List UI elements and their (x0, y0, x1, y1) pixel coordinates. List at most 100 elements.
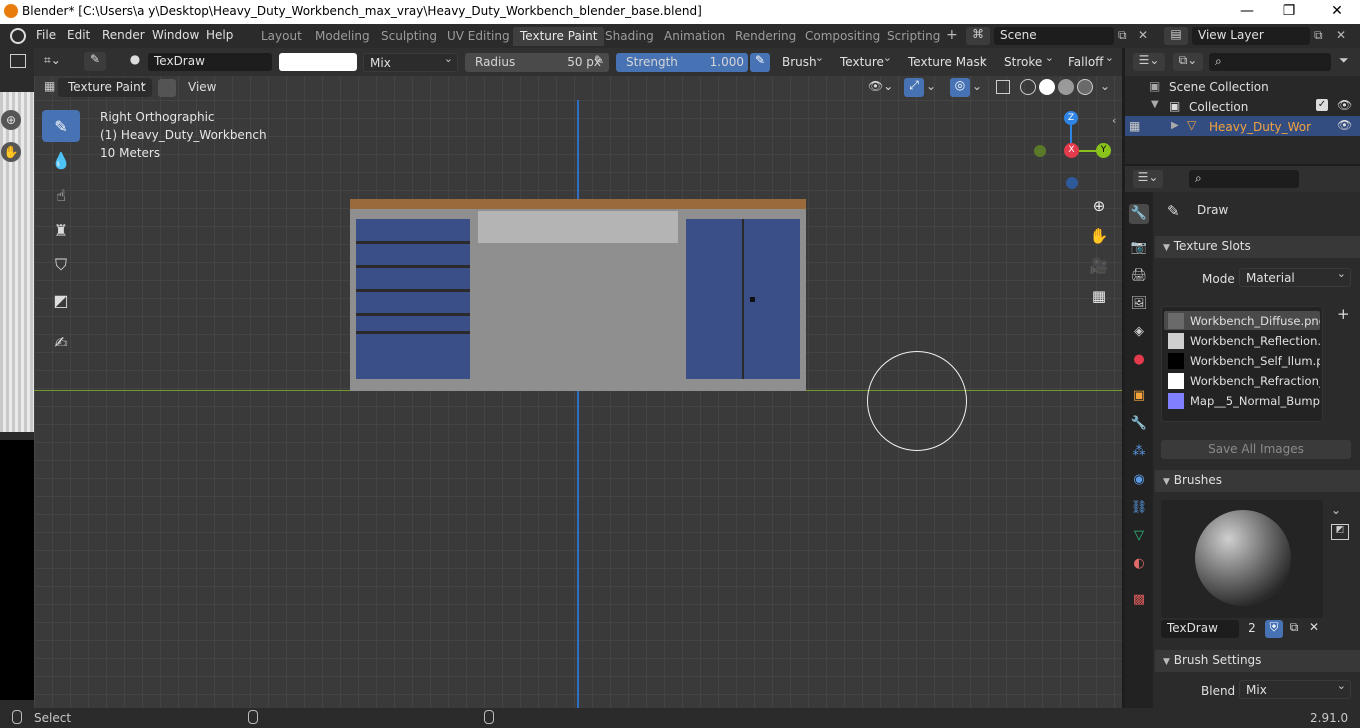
camera-view-icon[interactable]: 🎥 (1087, 254, 1111, 278)
tab-shading[interactable]: Shading (598, 27, 661, 46)
brush-icon[interactable]: ✎ (84, 52, 106, 71)
data-tab-icon[interactable]: ▽ (1129, 526, 1149, 546)
perspective-toggle-icon[interactable]: ▦ (1087, 284, 1111, 308)
save-all-images-button[interactable]: Save All Images (1161, 440, 1351, 459)
texture-slots-panel-header[interactable]: ▼ Texture Slots (1155, 236, 1360, 258)
brush-name-field[interactable]: TexDraw (148, 53, 272, 71)
rendered-shading-icon[interactable] (1077, 79, 1093, 95)
world-tab-icon[interactable]: ● (1129, 350, 1149, 370)
radius-pressure-icon[interactable]: ✎ (589, 53, 609, 72)
scene-browse-icon[interactable]: ⌘ (966, 27, 990, 45)
pan-icon[interactable]: ✋ (1, 142, 21, 162)
strength-slider[interactable]: Strength 1.000 (616, 53, 748, 72)
radius-slider[interactable]: Radius 50 px (465, 53, 609, 72)
paint-mask-toggle[interactable] (158, 79, 176, 97)
brush-preview-dropdown-icon[interactable]: ⌄ (1331, 503, 1341, 517)
tab-modeling[interactable]: Modeling (308, 27, 377, 46)
blender-menu-icon[interactable] (10, 28, 26, 44)
texture-slot-3[interactable]: Workbench_Refraction_... (1164, 371, 1320, 390)
menu-render[interactable]: Render (102, 28, 145, 42)
view-menu[interactable]: View (188, 80, 216, 94)
mask-tool-button[interactable]: ◩ (42, 284, 80, 316)
gizmo-toggle-icon[interactable]: ⤢ (904, 78, 924, 97)
texture-slot-1[interactable]: Workbench_Reflection.... (1164, 331, 1320, 350)
view-layer-field[interactable]: View Layer (1192, 27, 1310, 45)
editor-type-icon[interactable] (10, 54, 26, 68)
menu-edit[interactable]: Edit (67, 28, 90, 42)
object-label[interactable]: Heavy_Duty_Workbe (1209, 120, 1311, 134)
add-texture-slot-icon[interactable]: + (1337, 305, 1350, 323)
particles-tab-icon[interactable]: ⁂ (1129, 442, 1149, 462)
texture-menu[interactable]: Texture (834, 51, 896, 72)
scene-tab-icon[interactable]: ◈ (1129, 322, 1149, 342)
material-shading-icon[interactable] (1058, 79, 1074, 95)
gizmo-neg-z[interactable] (1066, 177, 1078, 189)
scene-collection-label[interactable]: Scene Collection (1169, 80, 1269, 94)
brush-image-icon[interactable]: ◩ (1331, 524, 1349, 540)
collection-expand-icon[interactable]: ▼ (1151, 99, 1159, 110)
constraints-tab-icon[interactable]: ⛓ (1129, 498, 1149, 518)
object-visibility-icon[interactable]: 👁 (1337, 118, 1352, 132)
stroke-menu[interactable]: Stroke (998, 51, 1058, 72)
texture-mask-menu[interactable]: Texture Mask (902, 51, 992, 72)
tab-animation[interactable]: Animation (657, 27, 732, 46)
draw-tool-button[interactable]: ✎ (42, 110, 80, 142)
tab-uv-editing[interactable]: UV Editing (440, 27, 517, 46)
physics-tab-icon[interactable]: ◉ (1129, 470, 1149, 490)
blend-select[interactable]: Mix (1239, 679, 1351, 699)
zoom-icon[interactable]: ⊕ (1, 110, 21, 130)
scene-name-field[interactable]: Scene (994, 27, 1114, 45)
gizmo-x-axis[interactable]: X (1064, 143, 1079, 158)
texture-slot-4[interactable]: Map__5_Normal_Bump.... (1164, 391, 1320, 410)
delete-scene-icon[interactable]: ✕ (1138, 28, 1148, 42)
brush-browse-icon[interactable]: ● (124, 52, 146, 71)
brush-menu[interactable]: Brush (776, 51, 828, 72)
maximize-button[interactable]: ❐ (1274, 2, 1304, 22)
object-expand-icon[interactable]: ▶ (1171, 120, 1179, 131)
minimize-button[interactable]: — (1232, 2, 1262, 22)
solid-shading-icon[interactable] (1039, 79, 1055, 95)
clone-tool-button[interactable]: ♜ (42, 214, 80, 246)
visibility-icon[interactable]: 👁⌄ (868, 79, 893, 93)
collection-label[interactable]: Collection (1189, 100, 1248, 114)
zoom-view-icon[interactable]: ⊕ (1087, 194, 1111, 218)
tab-scripting[interactable]: Scripting (880, 27, 947, 46)
delete-view-layer-icon[interactable]: ✕ (1336, 28, 1346, 42)
filter-icon[interactable]: ⏷ (1339, 53, 1349, 68)
falloff-menu[interactable]: Falloff (1062, 51, 1118, 72)
brush-name-field[interactable]: TexDraw (1161, 620, 1239, 638)
gizmo-neg-y[interactable] (1034, 145, 1046, 157)
new-view-layer-icon[interactable]: ⧉ (1314, 28, 1323, 43)
display-mode-icon[interactable]: ⧉⌄ (1173, 53, 1203, 71)
soften-tool-button[interactable]: 💧 (42, 144, 80, 176)
tab-texture-paint[interactable]: Texture Paint (513, 27, 605, 46)
texture-slot-0[interactable]: Workbench_Diffuse.png (1164, 311, 1320, 330)
tool-tab-icon[interactable]: 🔧 (1129, 204, 1149, 224)
fake-user-icon[interactable]: ⛨ (1265, 620, 1283, 638)
mode-select[interactable]: Texture Paint (58, 76, 152, 97)
properties-search-input[interactable]: ⌕ (1189, 170, 1299, 188)
wireframe-shading-icon[interactable] (1020, 79, 1036, 95)
outliner-search-input[interactable]: ⌕ (1209, 53, 1331, 71)
view-layer-tab-icon[interactable]: 🖼 (1129, 294, 1149, 314)
outliner-type-icon[interactable]: ☰⌄ (1133, 53, 1165, 71)
brush-preview[interactable] (1161, 500, 1323, 618)
collection-visibility-icon[interactable]: 👁 (1337, 98, 1352, 112)
output-tab-icon[interactable]: 🖨 (1129, 266, 1149, 286)
material-tab-icon[interactable]: ◐ (1129, 554, 1149, 574)
tab-rendering[interactable]: Rendering (728, 27, 803, 46)
unlink-brush-icon[interactable]: ✕ (1305, 620, 1323, 638)
texture-slot-2[interactable]: Workbench_Self_Ilum.p... (1164, 351, 1320, 370)
overlay-toggle-icon[interactable]: ◎ (950, 78, 970, 97)
new-scene-icon[interactable]: ⧉ (1118, 28, 1127, 43)
brush-color-swatch[interactable] (279, 53, 357, 71)
object-tab-icon[interactable]: ▣ (1129, 386, 1149, 406)
gizmo-dropdown-icon[interactable]: ⌄ (926, 79, 936, 93)
view-layer-icon[interactable]: ▤ (1164, 27, 1188, 45)
overlay-dropdown-icon[interactable]: ⌄ (972, 79, 982, 93)
texture-tab-icon[interactable]: ▩ (1129, 590, 1149, 610)
tab-sculpting[interactable]: Sculpting (374, 27, 444, 46)
xray-icon[interactable] (996, 80, 1010, 94)
tab-compositing[interactable]: Compositing (798, 27, 887, 46)
blend-mode-select[interactable]: Mix (363, 52, 458, 72)
